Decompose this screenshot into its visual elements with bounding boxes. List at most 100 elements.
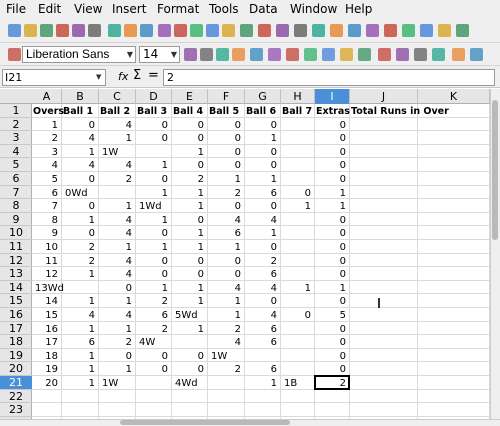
cell-f2[interactable]: 0 xyxy=(208,119,241,132)
cell-b21[interactable]: 1 xyxy=(62,377,95,390)
cell-h21[interactable]: 1B xyxy=(284,377,297,390)
cell-c19[interactable]: 0 xyxy=(99,350,132,363)
cell-a11[interactable]: 10 xyxy=(32,241,58,254)
format-icon[interactable] xyxy=(8,48,21,61)
row-header-7[interactable]: 7 xyxy=(0,186,32,200)
cell-c5[interactable]: 4 xyxy=(99,159,132,172)
name-box[interactable]: I21 xyxy=(2,69,106,86)
cell-i14[interactable]: 1 xyxy=(315,282,346,295)
cell-g10[interactable]: 1 xyxy=(245,227,277,240)
toolbar-icon[interactable] xyxy=(88,24,101,37)
header-cell[interactable]: Ball 1 xyxy=(63,105,98,118)
cell-g7[interactable]: 6 xyxy=(245,187,277,200)
toolbar-icon[interactable] xyxy=(348,24,361,37)
formula-button[interactable]: = xyxy=(148,68,159,83)
cell-e14[interactable]: 1 xyxy=(172,282,204,295)
cell-i18[interactable]: 0 xyxy=(315,336,346,349)
cell-e8[interactable]: 1 xyxy=(172,200,204,213)
formula-input[interactable]: 2 xyxy=(163,69,495,86)
cell-i4[interactable]: 0 xyxy=(315,146,346,159)
toolbar-icon[interactable] xyxy=(456,24,469,37)
menu-window[interactable]: Window xyxy=(290,2,337,16)
column-header-e[interactable]: E xyxy=(172,89,208,104)
cell-a20[interactable]: 19 xyxy=(32,363,58,376)
row-header-18[interactable]: 18 xyxy=(0,335,32,349)
cell-a18[interactable]: 17 xyxy=(32,336,58,349)
toolbar-icon[interactable] xyxy=(40,24,53,37)
cell-f11[interactable]: 1 xyxy=(208,241,241,254)
cell-b9[interactable]: 1 xyxy=(62,214,95,227)
cell-i16[interactable]: 5 xyxy=(315,309,346,322)
cell-e13[interactable]: 0 xyxy=(172,268,204,281)
cell-d10[interactable]: 0 xyxy=(136,227,168,240)
cell-i7[interactable]: 1 xyxy=(315,187,346,200)
cell-d11[interactable]: 1 xyxy=(136,241,168,254)
row-header-11[interactable]: 11 xyxy=(0,240,32,254)
column-header-j[interactable]: J xyxy=(350,89,418,104)
cell-c6[interactable]: 2 xyxy=(99,173,132,186)
vertical-scroll-thumb[interactable] xyxy=(492,100,498,240)
cell-a4[interactable]: 3 xyxy=(32,146,58,159)
cell-i9[interactable]: 0 xyxy=(315,214,346,227)
cell-f9[interactable]: 4 xyxy=(208,214,241,227)
cell-d19[interactable]: 0 xyxy=(136,350,168,363)
column-header-k[interactable]: K xyxy=(418,89,490,104)
row-header-2[interactable]: 2 xyxy=(0,118,32,132)
cell-a9[interactable]: 8 xyxy=(32,214,58,227)
cell-b11[interactable]: 2 xyxy=(62,241,95,254)
cell-h16[interactable]: 0 xyxy=(281,309,311,322)
format-icon[interactable] xyxy=(340,48,353,61)
format-icon[interactable] xyxy=(250,48,263,61)
cell-g4[interactable]: 0 xyxy=(245,146,277,159)
menu-tools[interactable]: Tools xyxy=(209,2,239,16)
toolbar-icon[interactable] xyxy=(330,24,343,37)
row-header-6[interactable]: 6 xyxy=(0,172,32,186)
toolbar-icon[interactable] xyxy=(140,24,153,37)
row-header-13[interactable]: 13 xyxy=(0,267,32,281)
cell-b19[interactable]: 1 xyxy=(62,350,95,363)
sum-button[interactable]: Σ xyxy=(133,68,141,83)
cell-a16[interactable]: 15 xyxy=(32,309,58,322)
cell-c17[interactable]: 1 xyxy=(99,323,132,336)
cell-g5[interactable]: 0 xyxy=(245,159,277,172)
toolbar-icon[interactable] xyxy=(222,24,235,37)
cell-g16[interactable]: 4 xyxy=(245,309,277,322)
cell-a21[interactable]: 20 xyxy=(32,377,58,390)
cell-e2[interactable]: 0 xyxy=(172,119,204,132)
cell-f16[interactable]: 1 xyxy=(208,309,241,322)
cell-a2[interactable]: 1 xyxy=(32,119,58,132)
cell-b3[interactable]: 4 xyxy=(62,132,95,145)
horizontal-scroll-thumb[interactable] xyxy=(120,420,290,425)
cell-f13[interactable]: 0 xyxy=(208,268,241,281)
cell-b5[interactable]: 4 xyxy=(62,159,95,172)
format-icon[interactable] xyxy=(200,48,213,61)
format-icon[interactable] xyxy=(268,48,281,61)
format-icon[interactable] xyxy=(286,48,299,61)
toolbar-icon[interactable] xyxy=(294,24,307,37)
cell-e3[interactable]: 0 xyxy=(172,132,204,145)
cell-i6[interactable]: 0 xyxy=(315,173,346,186)
cell-e16[interactable]: 5Wd xyxy=(175,309,198,322)
header-cell[interactable]: Ball 6 xyxy=(246,105,280,118)
cell-g20[interactable]: 6 xyxy=(245,363,277,376)
row-header-8[interactable]: 8 xyxy=(0,199,32,213)
row-header-10[interactable]: 10 xyxy=(0,226,32,240)
toolbar-icon[interactable] xyxy=(56,24,69,37)
cell-g8[interactable]: 0 xyxy=(245,200,277,213)
cell-a17[interactable]: 16 xyxy=(32,323,58,336)
cell-b6[interactable]: 0 xyxy=(62,173,95,186)
cell-i19[interactable]: 0 xyxy=(315,350,346,363)
cell-g18[interactable]: 6 xyxy=(245,336,277,349)
cell-a13[interactable]: 12 xyxy=(32,268,58,281)
toolbar-icon[interactable] xyxy=(8,24,21,37)
row-header-5[interactable]: 5 xyxy=(0,158,32,172)
cell-a6[interactable]: 5 xyxy=(32,173,58,186)
format-icon[interactable] xyxy=(378,48,391,61)
row-header-9[interactable]: 9 xyxy=(0,213,32,227)
function-wizard-button[interactable]: fx xyxy=(118,70,128,83)
cell-b15[interactable]: 1 xyxy=(62,295,95,308)
cell-c13[interactable]: 4 xyxy=(99,268,132,281)
cell-f6[interactable]: 1 xyxy=(208,173,241,186)
row-header-23[interactable]: 23 xyxy=(0,403,32,417)
cell-c11[interactable]: 1 xyxy=(99,241,132,254)
